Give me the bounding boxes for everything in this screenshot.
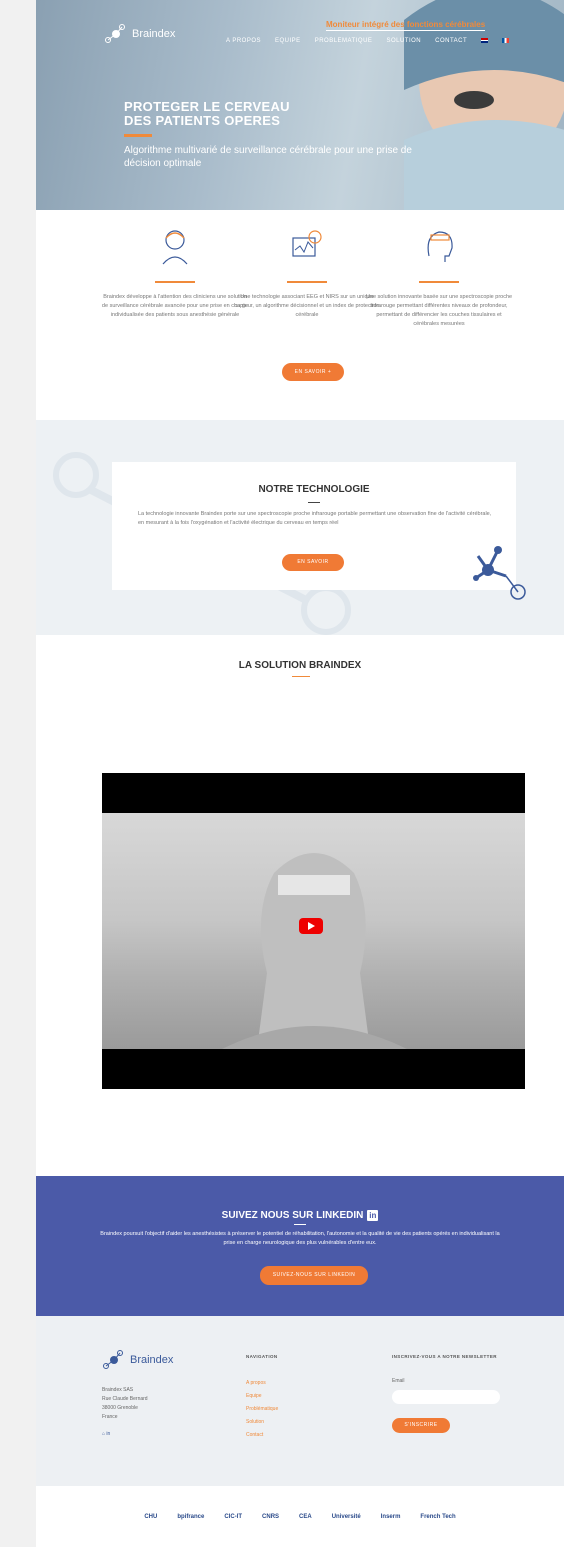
feature-divider [155,281,195,283]
linkedin-text: Braindex poursuit l'objectif d'aider les… [100,1231,500,1246]
partner-logo[interactable]: Inserm [381,1514,401,1520]
patient-icon [162,230,188,265]
linkedin-follow-button[interactable]: SUIVEZ-NOUS SUR LINKEDIN [260,1266,368,1285]
address-line: Rue Claude Bernard [102,1396,148,1402]
flag-fr-icon[interactable] [502,38,510,43]
linkedin-title: SUIVEZ NOUS SUR LINKEDIN in [36,1210,564,1221]
hero-title: PROTEGER LE CERVEAU DES PATIENTS OPERES [124,100,290,128]
hero-topline[interactable]: Moniteur intégré des fonctions cérébrale… [326,20,486,31]
partner-logo[interactable]: Université [332,1514,361,1520]
subscribe-button[interactable]: S'INSCRIRE [392,1417,450,1433]
address-line: Braindex SAS [102,1387,134,1393]
technology-text: La technologie innovante Braindex porte … [138,511,492,526]
footer-address: Braindex SAS Rue Claude Bernard 38000 Gr… [102,1386,148,1439]
nav-contact[interactable]: CONTACT [435,38,467,44]
partner-logo[interactable]: CNRS [262,1514,279,1520]
feature-1: Braindex développe à l'attention des cli… [100,226,250,320]
logo-text: Braindex [132,28,176,40]
feature-text: Une solution innovante basée sur une spe… [365,294,513,327]
linkedin-icon[interactable]: in [367,1210,379,1221]
nav-solution[interactable]: SOLUTION [386,38,421,44]
newsletter: INSCRIVEZ-VOUS A NOTRE NEWSLETTER Email … [392,1352,532,1433]
feature-2: Une technologie associant EEG et NIRS su… [232,226,382,320]
logo-icon [103,1350,123,1369]
partner-logo[interactable]: CIC-IT [224,1514,242,1520]
footer-link-solution[interactable]: Solution [246,1416,278,1429]
nav-equipe[interactable]: EQUIPE [275,38,301,44]
hero-title-line-1: PROTEGER LE CERVEAU [124,99,290,114]
header-logo[interactable]: Braindex [104,24,175,44]
feature-3: Une solution innovante basée sur une spe… [364,226,514,329]
technology-card: NOTRE TECHNOLOGIE La technologie innovan… [112,462,516,590]
hero-title-line-2: DES PATIENTS OPERES [124,113,281,128]
footer-link-contact[interactable]: Contact [246,1429,278,1442]
linkedin-underline [294,1224,306,1225]
footer: Braindex Braindex SAS Rue Claude Bernard… [36,1316,564,1486]
surgeon-image [404,0,564,210]
footer-link-a-propos[interactable]: A propos [246,1377,278,1390]
technology-underline [308,502,320,503]
address-line: 38000 Grenoble [102,1405,138,1411]
newsletter-title: INSCRIVEZ-VOUS A NOTRE NEWSLETTER [392,1354,497,1359]
monitor-chart-icon [292,230,322,257]
flag-en-icon[interactable] [481,38,489,43]
footer-link-equipe[interactable]: Equipe [246,1390,278,1403]
nav-a-propos[interactable]: A PROPOS [226,38,261,44]
partner-logo[interactable]: French Tech [420,1514,455,1520]
video-player[interactable] [102,773,525,1089]
partner-logo[interactable]: bpifrance [177,1514,204,1520]
footer-social-icons[interactable]: ⌂ in [102,1430,148,1439]
partner-logo[interactable]: CEA [299,1514,312,1520]
solution-underline [292,676,310,677]
main-nav: A PROPOS EQUIPE PROBLEMATIQUE SOLUTION C… [226,38,510,44]
molecule-icon [473,546,526,600]
email-label: Email [392,1378,405,1384]
linkedin-section: SUIVEZ NOUS SUR LINKEDIN in Braindex pour… [36,1176,564,1316]
partner-logo[interactable]: CHU [144,1514,157,1520]
footer-link-problematique[interactable]: Problématique [246,1403,278,1416]
partner-logos: CHU bpifrance CIC-IT CNRS CEA Université… [36,1486,564,1547]
hero-banner: Moniteur intégré des fonctions cérébrale… [36,0,564,210]
linkedin-title-text: SUIVEZ NOUS SUR LINKEDIN [221,1210,364,1222]
email-input[interactable] [392,1390,500,1404]
footer-menu-title: NAVIGATION [246,1354,278,1359]
page: Moniteur intégré des fonctions cérébrale… [36,0,564,1547]
feature-divider [419,281,459,283]
youtube-play-icon[interactable] [299,918,323,934]
solution-title: LA SOLUTION BRAINDEX [238,660,362,671]
hero-accent-bar [124,134,152,137]
technology-button[interactable]: EN SAVOIR [282,554,344,571]
footer-logo-text: Braindex [130,1354,174,1366]
head-sensor-icon [427,231,453,262]
address-line: France [102,1414,118,1420]
technology-section: NOTRE TECHNOLOGIE La technologie innovan… [36,420,564,635]
nav-problematique[interactable]: PROBLEMATIQUE [315,38,373,44]
feature-text: Une technologie associant EEG et NIRS su… [234,294,380,318]
feature-text: Braindex développe à l'attention des cli… [101,294,249,318]
technology-title: NOTRE TECHNOLOGIE [258,484,370,495]
feature-divider [287,281,327,283]
footer-logo[interactable]: Braindex [102,1350,173,1370]
en-savoir-plus-button[interactable]: EN SAVOIR + [282,363,344,381]
hero-subtitle: Algorithme multivarié de surveillance cé… [124,145,412,169]
logo-icon [105,24,125,43]
footer-menu: NAVIGATION A propos Equipe Problématique… [246,1352,278,1442]
